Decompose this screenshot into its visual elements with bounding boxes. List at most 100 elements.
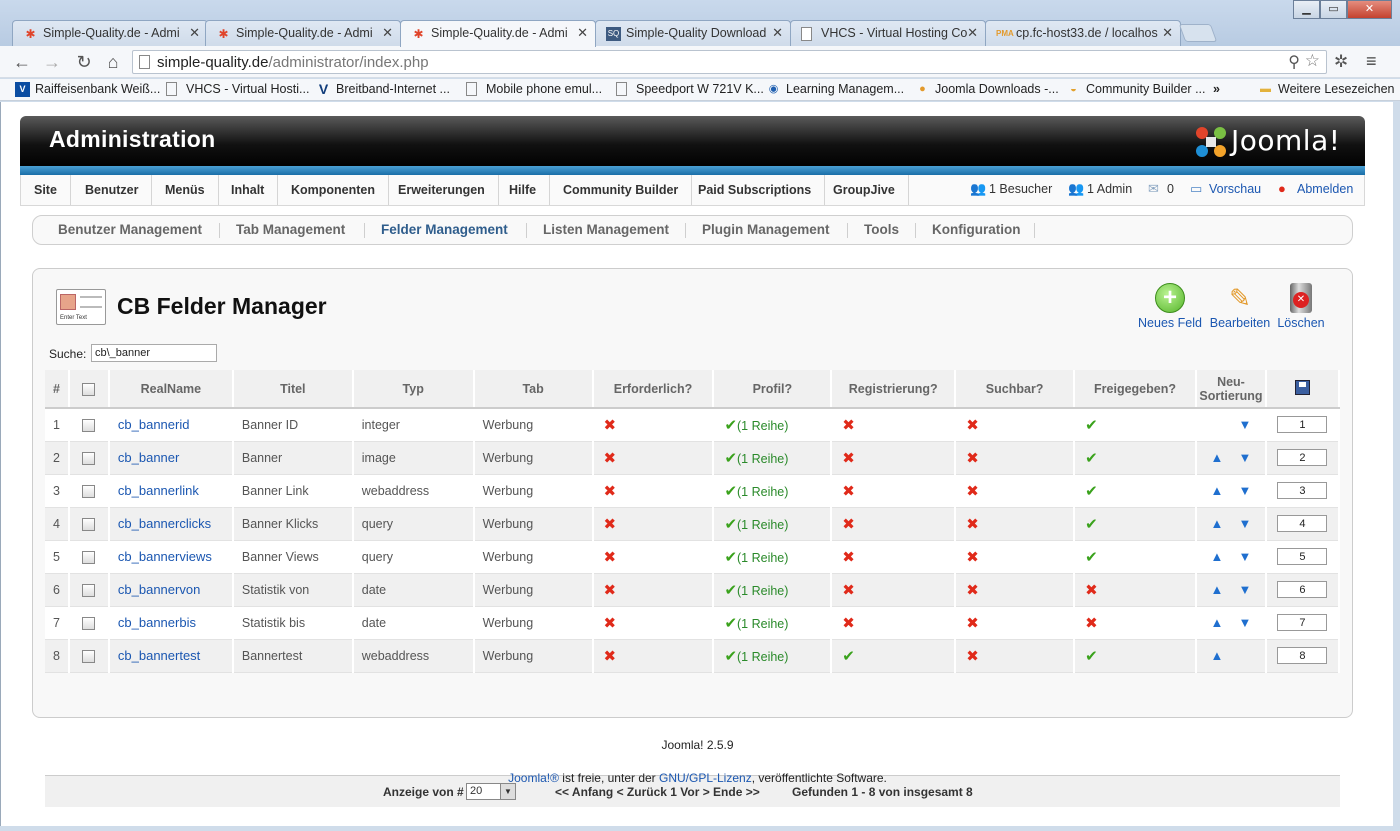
check-icon[interactable]: ✔ bbox=[724, 549, 737, 566]
profile-cell[interactable]: ✔(1 Reihe) bbox=[713, 408, 833, 442]
profile-cell[interactable]: ✔(1 Reihe) bbox=[713, 507, 833, 541]
cross-icon[interactable]: ✖ bbox=[604, 483, 617, 500]
close-tab-icon[interactable]: ✕ bbox=[382, 25, 393, 41]
registration-cell[interactable]: ✖ bbox=[831, 540, 957, 574]
col-realname[interactable]: RealName bbox=[108, 370, 234, 409]
bookmarks-overflow[interactable]: » bbox=[1213, 82, 1220, 96]
required-cell[interactable]: ✖ bbox=[592, 573, 715, 607]
profile-cell[interactable]: ✔(1 Reihe) bbox=[713, 441, 833, 475]
published-cell[interactable]: ✔ bbox=[1074, 474, 1197, 508]
move-down-icon[interactable]: ▼ bbox=[1239, 450, 1252, 465]
profile-cell[interactable]: ✔(1 Reihe) bbox=[713, 606, 833, 640]
cross-icon[interactable]: ✖ bbox=[966, 417, 979, 434]
col-required[interactable]: Erforderlich? bbox=[592, 370, 715, 409]
display-count-select[interactable]: 20 ▼ bbox=[466, 783, 516, 800]
bookmark-item[interactable]: Mobile phone emul... bbox=[466, 82, 602, 96]
searchable-cell[interactable]: ✖ bbox=[955, 573, 1076, 607]
field-realname-link[interactable]: cb_bannervon bbox=[118, 582, 200, 597]
searchable-cell[interactable]: ✖ bbox=[955, 507, 1076, 541]
cross-icon[interactable]: ✖ bbox=[966, 549, 979, 566]
searchable-cell[interactable]: ✖ bbox=[955, 441, 1076, 475]
move-up-icon[interactable]: ▲ bbox=[1211, 648, 1224, 663]
submenu-benutzer-management[interactable]: Benutzer Management bbox=[58, 222, 202, 237]
status-messages[interactable]: ✉ 0 bbox=[1148, 181, 1174, 196]
submenu-plugin-management[interactable]: Plugin Management bbox=[702, 222, 830, 237]
cross-icon[interactable]: ✖ bbox=[966, 582, 979, 599]
close-tab-icon[interactable]: ✕ bbox=[772, 25, 783, 41]
registration-cell[interactable]: ✖ bbox=[831, 474, 957, 508]
col-profile[interactable]: Profil? bbox=[713, 370, 833, 409]
cross-icon[interactable]: ✖ bbox=[966, 516, 979, 533]
bookmark-item[interactable]: VHCS - Virtual Hosti... bbox=[166, 82, 309, 96]
col-published[interactable]: Freigegeben? bbox=[1074, 370, 1197, 409]
required-cell[interactable]: ✖ bbox=[592, 540, 715, 574]
back-icon[interactable]: ← bbox=[10, 51, 34, 73]
check-icon[interactable]: ✔ bbox=[724, 483, 737, 500]
row-checkbox[interactable] bbox=[82, 451, 96, 465]
check-icon[interactable]: ✔ bbox=[1085, 417, 1098, 434]
required-cell[interactable]: ✖ bbox=[592, 639, 715, 673]
cross-icon[interactable]: ✖ bbox=[604, 417, 617, 434]
new-field-button[interactable]: + Neues Feld bbox=[1134, 281, 1206, 337]
search-input[interactable] bbox=[91, 344, 217, 362]
menu-groupjive[interactable]: GroupJive bbox=[820, 175, 909, 205]
extension-icon[interactable]: ✲ bbox=[1334, 52, 1348, 72]
menu-hilfe[interactable]: Hilfe bbox=[496, 175, 551, 205]
menu-erweiterungen[interactable]: Erweiterungen bbox=[385, 175, 499, 205]
col-tab[interactable]: Tab bbox=[473, 370, 594, 409]
registration-cell[interactable]: ✖ bbox=[831, 408, 957, 442]
published-cell[interactable]: ✔ bbox=[1074, 408, 1197, 442]
browser-tab[interactable]: SQ Simple-Quality Download ✕ bbox=[595, 20, 791, 46]
move-up-icon[interactable]: ▲ bbox=[1211, 450, 1224, 465]
published-cell[interactable]: ✖ bbox=[1074, 573, 1197, 607]
check-icon[interactable]: ✔ bbox=[724, 615, 737, 632]
forward-icon[interactable]: → bbox=[40, 51, 64, 73]
submenu-konfiguration[interactable]: Konfiguration bbox=[932, 222, 1020, 237]
row-checkbox[interactable] bbox=[82, 517, 96, 531]
browser-tab[interactable]: PMA cp.fc-host33.de / localhos ✕ bbox=[985, 20, 1181, 46]
cross-icon[interactable]: ✖ bbox=[966, 615, 979, 632]
check-icon[interactable]: ✔ bbox=[724, 648, 737, 665]
check-icon[interactable]: ✔ bbox=[1085, 549, 1098, 566]
bookmark-item[interactable]: V Breitband-Internet ... bbox=[316, 82, 450, 97]
order-input[interactable] bbox=[1277, 416, 1328, 434]
submenu-listen-management[interactable]: Listen Management bbox=[543, 222, 669, 237]
searchable-cell[interactable]: ✖ bbox=[955, 540, 1076, 574]
menu-benutzer[interactable]: Benutzer bbox=[72, 175, 153, 205]
close-window-icon[interactable]: ✕ bbox=[1347, 0, 1392, 19]
reload-icon[interactable]: ↻ bbox=[72, 51, 96, 73]
logout-link[interactable]: ● Abmelden bbox=[1278, 181, 1353, 196]
cross-icon[interactable]: ✖ bbox=[842, 483, 855, 500]
published-cell[interactable]: ✔ bbox=[1074, 441, 1197, 475]
required-cell[interactable]: ✖ bbox=[592, 408, 715, 442]
move-down-icon[interactable]: ▼ bbox=[1239, 615, 1252, 630]
field-realname-link[interactable]: cb_bannertest bbox=[118, 648, 200, 663]
field-realname-link[interactable]: cb_banner bbox=[118, 450, 179, 465]
close-tab-icon[interactable]: ✕ bbox=[577, 25, 588, 41]
cross-icon[interactable]: ✖ bbox=[1085, 582, 1098, 599]
registration-cell[interactable]: ✖ bbox=[831, 573, 957, 607]
col-registration[interactable]: Registrierung? bbox=[831, 370, 957, 409]
bookmark-item[interactable]: ◉ Learning Managem... bbox=[766, 82, 904, 96]
row-checkbox[interactable] bbox=[82, 649, 96, 663]
check-icon[interactable]: ✔ bbox=[1085, 450, 1098, 467]
searchable-cell[interactable]: ✖ bbox=[955, 639, 1076, 673]
joomla-link[interactable]: Joomla!® bbox=[508, 771, 559, 785]
check-icon[interactable]: ✔ bbox=[1085, 648, 1098, 665]
col-searchable[interactable]: Suchbar? bbox=[955, 370, 1076, 409]
check-icon[interactable]: ✔ bbox=[724, 417, 737, 434]
required-cell[interactable]: ✖ bbox=[592, 441, 715, 475]
check-icon[interactable]: ✔ bbox=[1085, 483, 1098, 500]
cross-icon[interactable]: ✖ bbox=[604, 450, 617, 467]
close-tab-icon[interactable]: ✕ bbox=[967, 25, 978, 41]
cross-icon[interactable]: ✖ bbox=[966, 483, 979, 500]
searchable-cell[interactable]: ✖ bbox=[955, 408, 1076, 442]
address-bar[interactable]: simple-quality.de/administrator/index.ph… bbox=[132, 50, 1327, 74]
menu-inhalt[interactable]: Inhalt bbox=[218, 175, 279, 205]
field-realname-link[interactable]: cb_bannerlink bbox=[118, 483, 199, 498]
field-realname-link[interactable]: cb_bannerviews bbox=[118, 549, 212, 564]
check-icon[interactable]: ✔ bbox=[724, 582, 737, 599]
bookmark-item[interactable]: Speedport W 721V K... bbox=[616, 82, 764, 96]
order-input[interactable] bbox=[1277, 581, 1328, 598]
check-icon[interactable]: ✔ bbox=[724, 516, 737, 533]
